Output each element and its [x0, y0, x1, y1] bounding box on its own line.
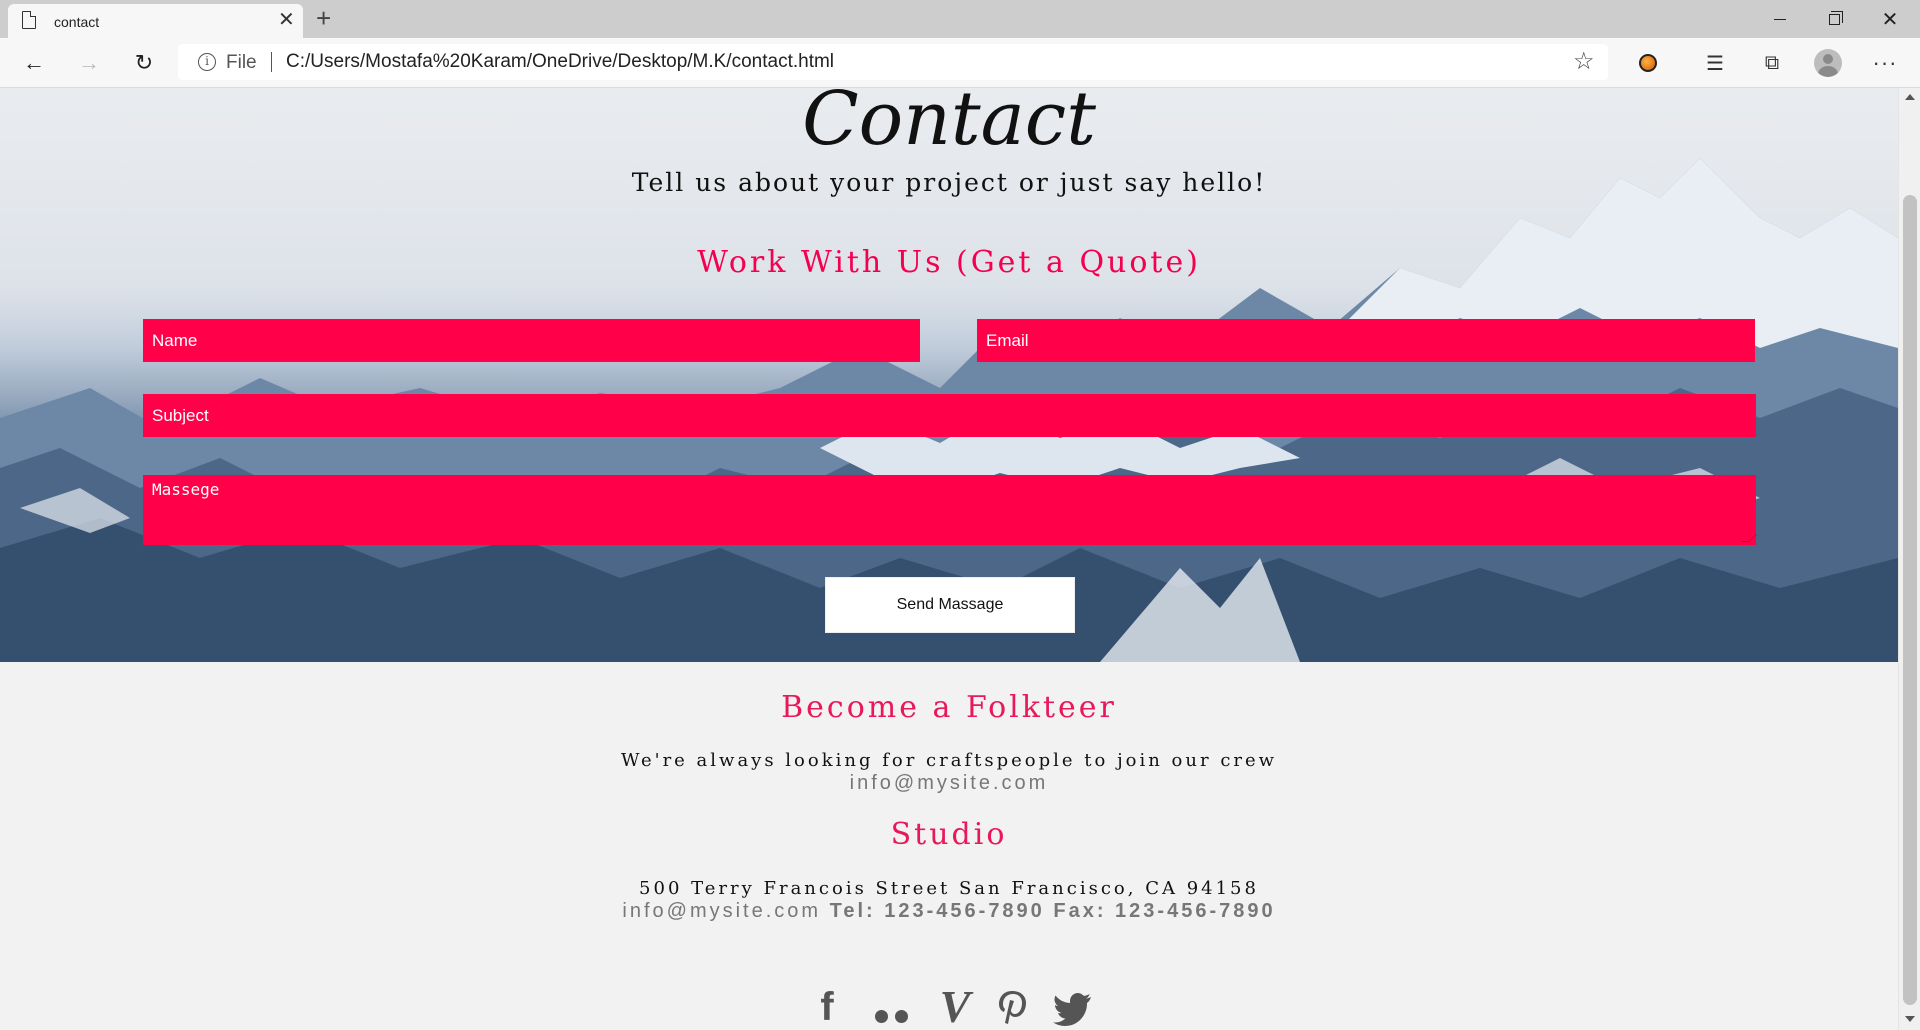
collections-icon[interactable]: ⧉ [1757, 48, 1787, 78]
tab-bar: contact ✕ + ✕ [0, 0, 1920, 38]
folkteer-text: We're always looking for craftspeople to… [620, 750, 1278, 771]
folkteer-heading: Become a Folkteer [781, 690, 1117, 725]
page-icon [22, 11, 36, 29]
info-icon[interactable]: i [198, 53, 216, 71]
scheme-label: File [226, 52, 257, 73]
extension-icon[interactable] [1633, 48, 1663, 78]
resize-grip-icon[interactable] [1741, 534, 1757, 542]
message-textarea[interactable]: Massege [143, 475, 1757, 545]
restore-button[interactable] [1806, 0, 1862, 38]
studio-heading: Studio [890, 817, 1008, 852]
scroll-up-icon[interactable] [1905, 94, 1915, 100]
url-text[interactable]: C:/Users/Mostafa%20Karam/OneDrive/Deskto… [286, 51, 834, 73]
page-subtitle: Tell us about your project or just say h… [631, 168, 1267, 197]
close-tab-icon[interactable]: ✕ [278, 9, 295, 31]
more-menu-icon[interactable]: ··· [1870, 48, 1900, 78]
studio-email-link[interactable]: info@mysite.com [622, 900, 821, 922]
page-viewport: Contact Tell us about your project or ju… [0, 88, 1898, 1030]
scroll-down-icon[interactable] [1905, 1016, 1915, 1022]
flickr-icon[interactable] [867, 983, 915, 1030]
restore-icon [1828, 10, 1843, 25]
close-window-button[interactable]: ✕ [1862, 0, 1918, 38]
studio-tel: Tel: 123-456-7890 [829, 900, 1045, 922]
minimize-icon [1774, 18, 1786, 20]
hero-section: Contact Tell us about your project or ju… [0, 88, 1898, 662]
twitter-glyph [1053, 993, 1091, 1026]
forward-arrow-icon[interactable]: → [76, 50, 102, 76]
refresh-icon[interactable]: ↻ [131, 50, 157, 76]
quote-heading: Work With Us (Get a Quote) [697, 245, 1201, 280]
twitter-icon[interactable] [1053, 983, 1091, 1030]
close-icon: ✕ [1881, 8, 1899, 31]
vimeo-icon[interactable]: V [937, 983, 973, 1030]
minimize-button[interactable] [1752, 0, 1808, 38]
address-separator [271, 52, 272, 72]
pinterest-glyph [999, 991, 1026, 1024]
studio-fax: Fax: 123-456-7890 [1053, 900, 1276, 922]
page-title: Contact [802, 88, 1096, 162]
back-arrow-icon[interactable]: ← [21, 50, 47, 76]
pinterest-icon[interactable] [995, 983, 1031, 1030]
folkteer-email-link[interactable]: info@mysite.com [0, 772, 1898, 795]
favorite-star-icon[interactable]: ☆ [1573, 47, 1595, 76]
email-field[interactable]: Email [977, 319, 1755, 362]
address-bar[interactable]: i File C:/Users/Mostafa%20Karam/OneDrive… [178, 44, 1608, 80]
vertical-scrollbar[interactable] [1898, 88, 1920, 1030]
studio-contact-line: info@mysite.com Tel: 123-456-7890 Fax: 1… [0, 900, 1898, 923]
scrollbar-thumb[interactable] [1903, 195, 1917, 1005]
studio-address: 500 Terry Francois Street San Francisco,… [639, 878, 1259, 899]
facebook-icon[interactable]: f [809, 983, 845, 1030]
plus-icon[interactable]: + [316, 3, 331, 33]
favorites-list-icon[interactable]: ☰ [1700, 48, 1730, 78]
browser-tab[interactable]: contact ✕ [8, 4, 303, 38]
send-button[interactable]: Send Massage [825, 577, 1075, 633]
profile-avatar[interactable] [1813, 48, 1843, 78]
navigation-bar: ← → ↻ i File C:/Users/Mostafa%20Karam/On… [0, 38, 1920, 88]
name-field[interactable]: Name [143, 319, 920, 362]
message-placeholder: Massege [152, 480, 220, 499]
social-links: f V [0, 983, 1898, 1030]
subject-field[interactable]: Subject [143, 394, 1756, 437]
tab-title: contact [54, 14, 100, 30]
